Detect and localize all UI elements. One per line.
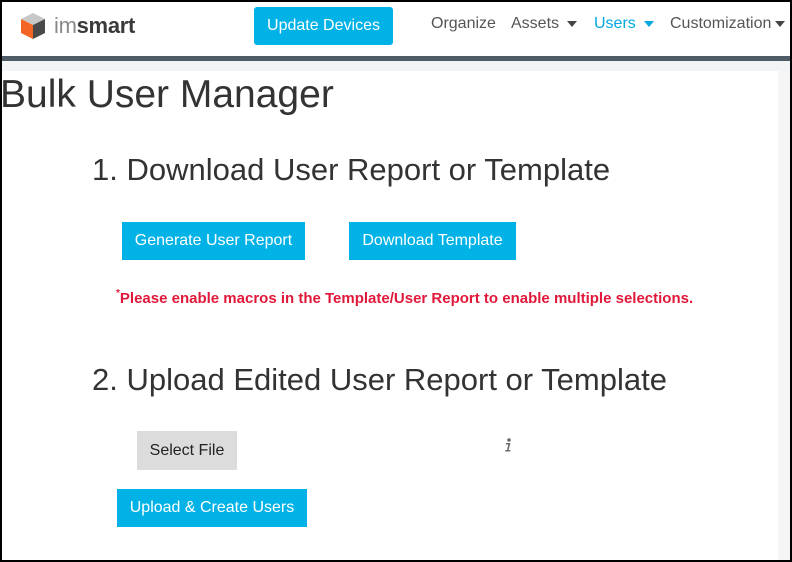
nav-assets-label: Assets: [511, 15, 560, 32]
note-asterisk: *: [116, 288, 120, 299]
chevron-down-icon: [567, 21, 578, 27]
nav-organize-label: Organize: [431, 15, 496, 32]
nav-customization-label: Customization: [670, 15, 772, 32]
generate-user-report-button[interactable]: Generate User Report: [122, 222, 305, 260]
section-upload-title: 2. Upload Edited User Report or Template: [92, 362, 667, 397]
nav-customization[interactable]: Customization: [670, 15, 786, 33]
cube-logo-icon: [21, 13, 45, 39]
nav-assets[interactable]: Assets: [511, 15, 578, 33]
macros-warning-note: *Please enable macros in the Template/Us…: [116, 288, 694, 307]
nav-users-label: Users: [594, 15, 636, 32]
nav-organize[interactable]: Organize: [431, 15, 496, 33]
logo-text: imsmart: [54, 13, 135, 39]
chevron-down-icon: [775, 21, 786, 27]
page-title: Bulk User Manager: [0, 73, 334, 116]
select-file-button[interactable]: Select File: [137, 431, 237, 470]
logo-prefix: im: [54, 13, 77, 38]
download-template-button[interactable]: Download Template: [349, 222, 516, 260]
nav-users[interactable]: Users: [594, 15, 654, 33]
navbar-shadow: [2, 61, 790, 71]
update-devices-button[interactable]: Update Devices: [254, 7, 393, 45]
page-scroll-edge: [778, 71, 790, 560]
upload-create-users-button[interactable]: Upload & Create Users: [117, 489, 307, 527]
section-download-title: 1. Download User Report or Template: [92, 152, 611, 187]
info-icon: [505, 438, 511, 452]
brand-logo[interactable]: imsmart: [18, 11, 135, 41]
navbar: imsmart Update Devices Organize Assets U…: [2, 2, 790, 56]
note-text: Please enable macros in the Template/Use…: [119, 290, 694, 307]
logo-suffix: smart: [76, 13, 136, 38]
chevron-down-icon: [643, 21, 654, 27]
